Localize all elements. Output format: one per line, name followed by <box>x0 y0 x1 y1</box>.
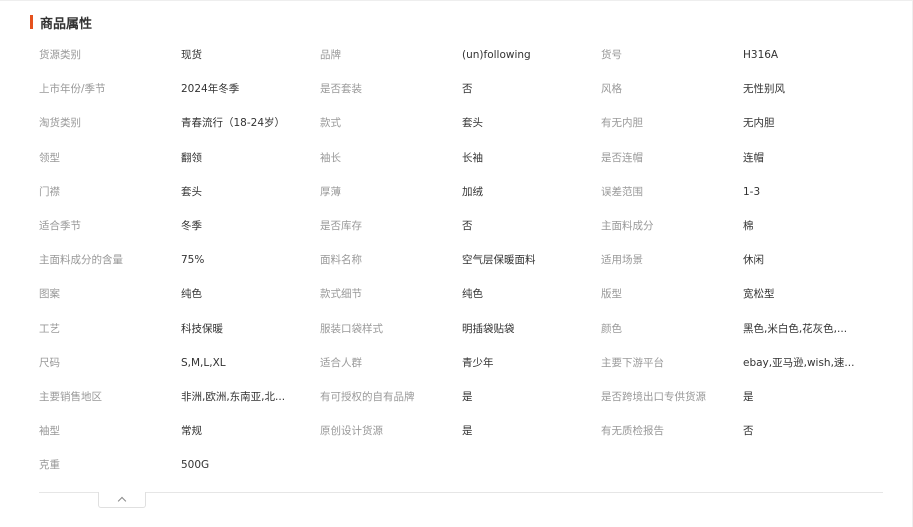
attribute-value: 2024年冬季 <box>181 83 240 96</box>
attribute-row: 门襟 套头 厚薄 加绒 误差范围 1-3 <box>39 176 889 210</box>
attribute-label: 是否库存 <box>320 219 362 232</box>
attribute-label: 是否连帽 <box>601 151 643 164</box>
attribute-label: 克重 <box>39 459 60 472</box>
attribute-row: 货源类别 现货 品牌 (un)following 货号 H316A <box>39 39 889 73</box>
attribute-value: 是 <box>462 425 473 438</box>
attribute-label: 尺码 <box>39 356 60 369</box>
attribute-value: S,M,L,XL <box>181 356 226 369</box>
attribute-value: 是 <box>743 390 754 403</box>
attribute-value: 非洲,欧洲,东南亚,北... <box>181 390 286 403</box>
attribute-value: 宽松型 <box>743 288 775 301</box>
attribute-label: 上市年份/季节 <box>39 83 106 96</box>
attribute-label: 有无内胆 <box>601 117 643 130</box>
attribute-value: 翻领 <box>181 151 202 164</box>
attribute-label: 版型 <box>601 288 622 301</box>
attribute-value: 75% <box>181 254 205 267</box>
attribute-label: 是否套装 <box>320 83 362 96</box>
attribute-label: 服装口袋样式 <box>320 322 383 335</box>
attribute-label: 有可授权的自有品牌 <box>320 390 415 403</box>
attribute-label: 原创设计货源 <box>320 425 383 438</box>
attribute-label: 款式 <box>320 117 341 130</box>
attribute-value: 黑色,米白色,花灰色,... <box>743 322 848 335</box>
attribute-label: 厚薄 <box>320 185 341 198</box>
attribute-value: H316A <box>743 49 779 61</box>
attribute-value: 休闲 <box>743 254 764 267</box>
attribute-row: 袖型 常规 原创设计货源 是 有无质检报告 否 <box>39 415 889 449</box>
attribute-label: 品牌 <box>320 49 341 61</box>
attribute-value: 常规 <box>181 425 202 438</box>
attribute-label: 适合人群 <box>320 356 362 369</box>
attribute-value: 青春流行（18-24岁） <box>181 117 286 130</box>
attribute-value: (un)following <box>462 49 531 61</box>
attribute-row: 适合季节 冬季 是否库存 否 主面料成分 棉 <box>39 210 889 244</box>
attribute-label: 风格 <box>601 83 622 96</box>
attribute-row: 工艺 科技保暖 服装口袋样式 明插袋贴袋 颜色 黑色,米白色,花灰色,... <box>39 313 889 347</box>
attribute-label: 适用场景 <box>601 254 643 267</box>
attribute-value: ebay,亚马逊,wish,速... <box>743 356 855 369</box>
attribute-grid: 货源类别 现货 品牌 (un)following 货号 H316A 上市年份/季节 2024年… <box>39 39 889 483</box>
attribute-row: 领型 翻领 袖长 长袖 是否连帽 连帽 <box>39 142 889 176</box>
attribute-label: 是否跨境出口专供货源 <box>601 390 706 403</box>
attribute-value: 加绒 <box>462 185 483 198</box>
attribute-row: 上市年份/季节 2024年冬季 是否套装 否 风格 无性别风 <box>39 73 889 107</box>
attribute-label: 图案 <box>39 288 60 301</box>
attribute-value: 青少年 <box>462 356 494 369</box>
attribute-value: 1-3 <box>743 185 761 198</box>
attribute-value: 科技保暖 <box>181 322 223 335</box>
attribute-row: 淘货类别 青春流行（18-24岁） 款式 套头 有无内胆 无内胆 <box>39 107 889 141</box>
attribute-value: 否 <box>462 83 473 96</box>
attribute-label: 袖长 <box>320 151 341 164</box>
attribute-value: 无性别风 <box>743 83 785 96</box>
attribute-value: 500G <box>181 459 210 472</box>
attribute-value: 纯色 <box>181 288 202 301</box>
attribute-value: 棉 <box>743 219 754 232</box>
attribute-label: 颜色 <box>601 322 622 335</box>
chevron-up-icon <box>117 496 127 506</box>
attribute-label: 款式细节 <box>320 288 362 301</box>
attribute-label: 有无质检报告 <box>601 425 664 438</box>
attribute-row: 克重 500G <box>39 449 889 483</box>
accent-bar <box>30 15 33 29</box>
attribute-value: 套头 <box>462 117 483 130</box>
attribute-label: 袖型 <box>39 425 60 438</box>
attribute-value: 现货 <box>181 49 202 61</box>
attribute-value: 空气层保暖面料 <box>462 254 536 267</box>
attribute-row: 尺码 S,M,L,XL 适合人群 青少年 主要下游平台 ebay,亚马逊,wish,速..… <box>39 347 889 381</box>
attribute-label: 领型 <box>39 151 60 164</box>
attribute-label: 主要销售地区 <box>39 390 102 403</box>
attribute-value: 无内胆 <box>743 117 775 130</box>
attribute-label: 适合季节 <box>39 219 81 232</box>
attribute-value: 否 <box>743 425 754 438</box>
attribute-label: 主面料成分的含量 <box>39 254 123 267</box>
attribute-value: 冬季 <box>181 219 202 232</box>
attribute-label: 货号 <box>601 49 622 61</box>
attribute-value: 否 <box>462 219 473 232</box>
attribute-label: 淘货类别 <box>39 117 81 130</box>
attribute-label: 面料名称 <box>320 254 362 267</box>
attribute-value: 套头 <box>181 185 202 198</box>
attribute-value: 长袖 <box>462 151 483 164</box>
attribute-value: 纯色 <box>462 288 483 301</box>
attribute-row: 主面料成分的含量 75% 面料名称 空气层保暖面料 适用场景 休闲 <box>39 244 889 278</box>
attribute-label: 主面料成分 <box>601 219 654 232</box>
attribute-value: 连帽 <box>743 151 764 164</box>
attribute-value: 是 <box>462 390 473 403</box>
collapse-button[interactable] <box>98 492 146 508</box>
attribute-row: 主要销售地区 非洲,欧洲,东南亚,北... 有可授权的自有品牌 是 是否跨境出口专供货源… <box>39 381 889 415</box>
attribute-label: 门襟 <box>39 185 60 198</box>
attribute-value: 明插袋贴袋 <box>462 322 515 335</box>
attribute-label: 工艺 <box>39 322 60 335</box>
attribute-label: 误差范围 <box>601 185 643 198</box>
product-attributes-panel: 商品属性 货源类别 现货 品牌 (un)following 货号 H316A 上市年份/季节… <box>0 0 913 527</box>
attribute-label: 货源类别 <box>39 49 81 61</box>
divider <box>39 492 883 493</box>
section-header: 商品属性 <box>30 13 93 32</box>
attribute-label: 主要下游平台 <box>601 356 664 369</box>
attribute-row: 图案 纯色 款式细节 纯色 版型 宽松型 <box>39 278 889 312</box>
section-title: 商品属性 <box>40 16 93 32</box>
